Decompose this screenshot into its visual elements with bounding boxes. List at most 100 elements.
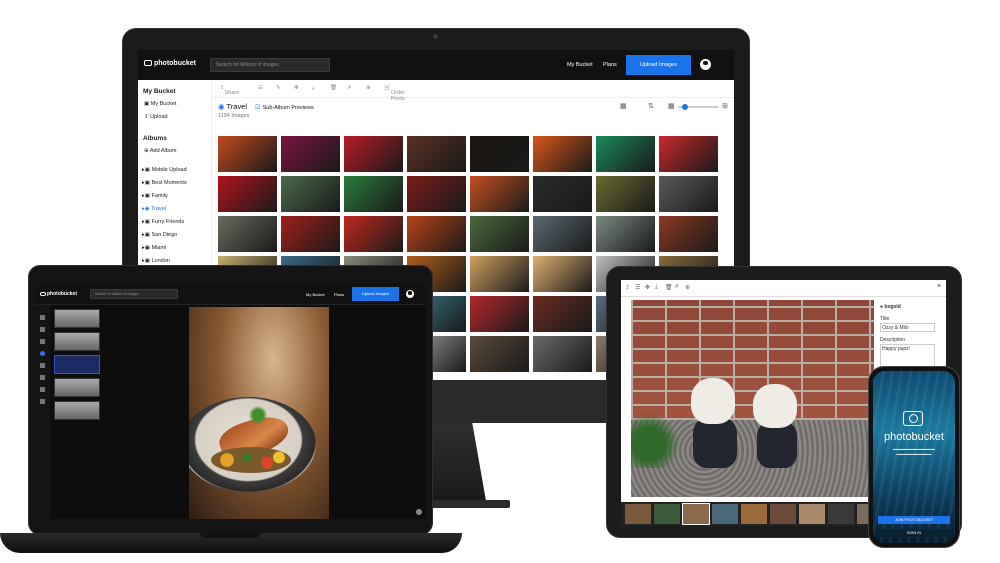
text-icon[interactable] [40,363,45,368]
nav-my-bucket[interactable]: My Bucket [567,62,593,68]
sidebar-item-upload[interactable]: ⇪ Upload [144,114,168,120]
photo-thumbnail[interactable] [533,176,592,212]
help-icon[interactable] [416,509,422,515]
sidebar-item-london[interactable]: ▸▣ London [142,258,170,264]
download-icon[interactable]: ⤓ [312,85,314,92]
sidebar-item-best-moments[interactable]: ▸▣ Best Moments [142,180,187,186]
delete-icon[interactable]: 🗑 [330,85,337,91]
photo-thumbnail[interactable] [344,176,403,212]
zoom-slider-handle[interactable] [682,104,688,110]
photo-thumbnail[interactable] [470,216,529,252]
sub-album-checkbox[interactable]: ☑ [255,105,260,111]
sign-in-button[interactable]: SIGN IN [878,529,950,537]
filter-thumb[interactable] [54,378,100,397]
hashtag-icon[interactable]: # [348,85,351,91]
photo-thumbnail[interactable] [533,296,592,332]
grid-small-icon[interactable]: ▦ [668,102,675,110]
photo-thumbnail[interactable] [596,136,655,172]
move-icon[interactable]: ✥ [294,85,299,91]
search-input[interactable]: Search for billions of images [210,58,330,72]
avatar-icon[interactable] [700,59,711,70]
photo-thumbnail[interactable] [407,216,466,252]
download-icon[interactable]: ⤓ [655,284,658,291]
filter-thumb[interactable] [54,332,100,351]
photo-thumbnail[interactable] [218,176,277,212]
filter-thumb[interactable] [54,401,100,420]
filter-thumb[interactable] [54,309,100,328]
add-album-button[interactable]: ⊕ Add Album [144,148,176,154]
title-field[interactable]: Ozzy & Milo [880,323,935,332]
sidebar-item-family[interactable]: ▸▣ Family [142,193,168,199]
photo-thumbnail[interactable] [218,136,277,172]
adjust-icon[interactable] [40,339,45,344]
crop-icon[interactable] [40,315,45,320]
photo-thumbnail[interactable] [407,176,466,212]
draw-icon[interactable] [40,399,45,404]
photo-thumbnail[interactable] [281,216,340,252]
move-icon[interactable]: ✥ [645,284,650,291]
join-button[interactable]: JOIN PHOTOBUCKET [878,516,950,524]
close-icon[interactable]: × [937,283,941,290]
photo-thumbnail[interactable] [533,336,592,372]
photo-thumbnail[interactable] [470,176,529,212]
edit-icon[interactable]: ☰ [258,85,263,91]
share-button[interactable]: ⇪ Share [220,85,239,96]
photo-thumbnail[interactable] [659,136,718,172]
nav-plans[interactable]: Plans [603,62,617,68]
add-icon[interactable]: ⊕ [685,284,690,291]
logo[interactable]: photobucket [144,60,196,67]
photo-thumbnail[interactable] [533,136,592,172]
photo-thumbnail[interactable] [659,216,718,252]
photo-thumbnail[interactable] [218,216,277,252]
pencil-icon[interactable]: ✎ [276,85,281,91]
photo-thumbnail[interactable] [533,256,592,292]
nav-plans[interactable]: Plans [334,292,344,297]
filmstrip-thumbnail[interactable] [741,504,767,524]
filter-icon[interactable] [40,351,45,356]
logo[interactable]: photobucket [40,291,77,297]
photo-thumbnail[interactable] [281,136,340,172]
sidebar-item-mobile-upload[interactable]: ▸▣ Mobile Upload [142,167,187,173]
photo-thumbnail[interactable] [596,176,655,212]
sidebar-item-furry-friends[interactable]: ▸▣ Furry Friends [142,219,184,225]
filmstrip-thumbnail[interactable] [770,504,796,524]
filmstrip-thumbnail[interactable] [828,504,854,524]
photo-thumbnail[interactable] [407,136,466,172]
filmstrip-thumbnail[interactable] [625,504,651,524]
edit-icon[interactable]: ☰ [635,284,640,291]
filter-thumb-selected[interactable] [54,355,100,374]
calendar-icon[interactable]: ▦ [620,102,627,110]
photo-thumbnail[interactable] [470,256,529,292]
add-icon[interactable]: ⊕ [366,85,371,91]
filmstrip-thumbnail[interactable] [682,503,710,525]
sort-icon[interactable]: ⇅ [648,102,654,110]
photo-thumbnail[interactable] [344,136,403,172]
photo-thumbnail[interactable] [659,176,718,212]
share-icon[interactable]: ⇪ [625,284,630,291]
delete-icon[interactable]: 🗑 [665,284,673,291]
upload-images-button[interactable]: Upload Images [352,287,399,301]
grid-large-icon[interactable]: ⊞ [722,102,728,110]
filmstrip-thumbnail[interactable] [712,504,738,524]
rotate-icon[interactable] [40,327,45,332]
sidebar-item-miami[interactable]: ▸▣ Miami [142,245,166,251]
photo-thumbnail[interactable] [470,336,529,372]
photo-thumbnail[interactable] [281,176,340,212]
hashtag-icon[interactable]: # [675,284,678,290]
frame-icon[interactable] [40,387,45,392]
sidebar-item-san-diego[interactable]: ▸▣ San Diego [142,232,177,238]
nav-my-bucket[interactable]: My Bucket [306,292,325,297]
filmstrip-thumbnail[interactable] [654,504,680,524]
avatar-icon[interactable] [406,290,414,298]
photo-thumbnail[interactable] [470,296,529,332]
photo-thumbnail[interactable] [596,216,655,252]
sticker-icon[interactable] [40,375,45,380]
order-prints-button[interactable]: 🛒 Order Prints [384,85,405,102]
photo-thumbnail[interactable] [533,216,592,252]
sidebar-item-travel[interactable]: ▸◉ Travel [142,206,166,212]
photo-thumbnail[interactable] [470,136,529,172]
upload-images-button[interactable]: Upload Images [626,55,691,75]
search-input[interactable]: Search for billions of images [90,289,178,299]
photo-thumbnail[interactable] [344,216,403,252]
filmstrip-thumbnail[interactable] [799,504,825,524]
